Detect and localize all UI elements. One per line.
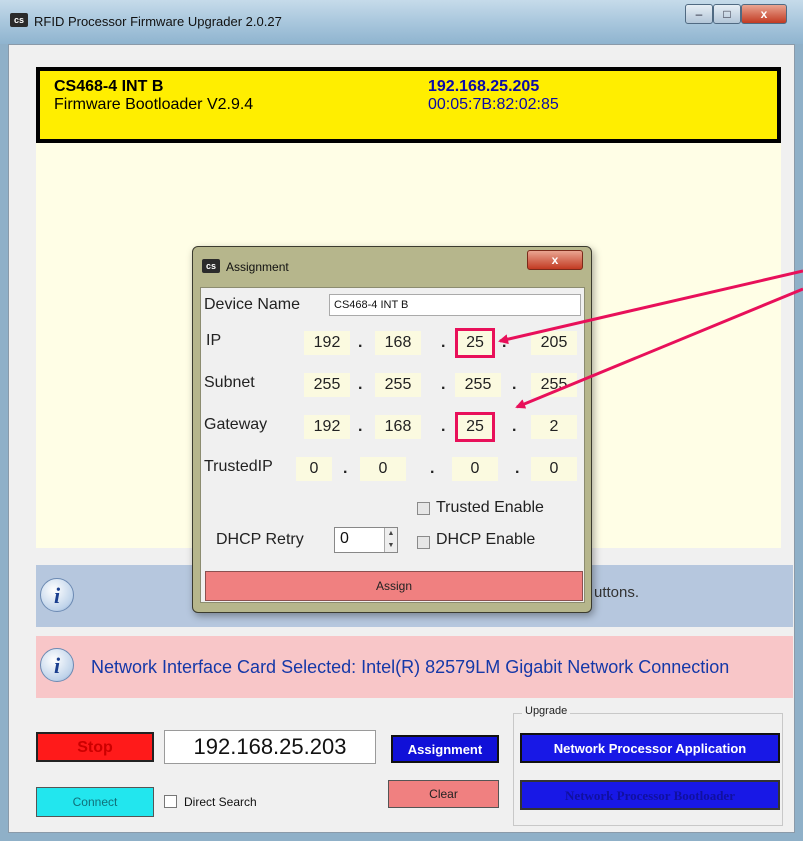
device-name-input[interactable]: CS468-4 INT B (329, 294, 581, 316)
network-processor-bootloader-button[interactable]: Network Processor Bootloader (520, 780, 780, 810)
app-icon: cs (10, 13, 28, 27)
trusted-ip-dot: . (343, 460, 348, 477)
gateway-dot: . (358, 418, 363, 435)
device-bootloader: Firmware Bootloader V2.9.4 (54, 96, 254, 113)
ip-dot: . (441, 334, 446, 351)
dialog-app-icon: cs (202, 259, 220, 273)
trusted-ip-label: TrustedIP (204, 458, 273, 475)
gateway-dot: . (441, 418, 446, 435)
gateway-dot: . (512, 418, 517, 435)
ip-octet-4[interactable]: 205 (531, 331, 577, 355)
trusted-enable-label: Trusted Enable (436, 499, 544, 516)
connect-button[interactable]: Connect (36, 787, 154, 817)
info-message: uttons. (594, 584, 640, 601)
device-name: CS468-4 INT B (54, 78, 164, 95)
gateway-octet-1[interactable]: 192 (304, 415, 350, 439)
device-mac: 00:05:7B:82:02:85 (428, 96, 559, 113)
highlight-box (455, 328, 495, 358)
ip-dot: . (502, 334, 507, 351)
subnet-label: Subnet (204, 374, 255, 391)
dhcp-enable-checkbox[interactable] (417, 536, 430, 549)
subnet-dot: . (441, 376, 446, 393)
clear-button[interactable]: Clear (388, 780, 499, 808)
trusted-ip-octet-4[interactable]: 0 (531, 457, 577, 481)
window-title: RFID Processor Firmware Upgrader 2.0.27 (34, 14, 282, 29)
upgrade-legend: Upgrade (522, 705, 571, 717)
ip-octet-1[interactable]: 192 (304, 331, 350, 355)
direct-search-label: Direct Search (184, 795, 257, 809)
trusted-ip-dot: . (515, 460, 520, 477)
network-processor-application-button[interactable]: Network Processor Application (520, 733, 780, 763)
subnet-octet-4[interactable]: 255 (531, 373, 577, 397)
trusted-ip-octet-2[interactable]: 0 (360, 457, 406, 481)
subnet-dot: . (512, 376, 517, 393)
gateway-label: Gateway (204, 416, 268, 433)
local-ip-field[interactable]: 192.168.25.203 (164, 730, 376, 764)
spin-down-icon[interactable]: ▼ (384, 540, 397, 552)
dhcp-enable-label: DHCP Enable (436, 531, 536, 548)
minimize-button[interactable]: – (685, 4, 713, 24)
subnet-octet-2[interactable]: 255 (375, 373, 421, 397)
maximize-button[interactable]: □ (713, 4, 741, 24)
assignment-button[interactable]: Assignment (391, 735, 499, 763)
device-ip: 192.168.25.205 (428, 78, 540, 95)
trusted-ip-octet-3[interactable]: 0 (452, 457, 498, 481)
trusted-ip-octet-1[interactable]: 0 (296, 457, 332, 481)
ip-octet-2[interactable]: 168 (375, 331, 421, 355)
device-name-label: Device Name (204, 296, 301, 313)
subnet-octet-1[interactable]: 255 (304, 373, 350, 397)
close-button[interactable]: x (741, 4, 787, 24)
trusted-ip-dot: . (430, 460, 435, 477)
gateway-octet-4[interactable]: 2 (531, 415, 577, 439)
assign-button[interactable]: Assign (205, 571, 583, 601)
dialog-close-button[interactable]: x (527, 250, 583, 270)
subnet-dot: . (358, 376, 363, 393)
info-icon: i (40, 578, 74, 612)
dialog-title: Assignment (226, 260, 289, 274)
ip-label: IP (206, 332, 222, 349)
ip-dot: . (358, 334, 363, 351)
spin-up-icon[interactable]: ▲ (384, 528, 397, 540)
dhcp-retry-value: 0 (340, 530, 349, 547)
info-icon: i (40, 648, 74, 682)
direct-search-checkbox[interactable] (164, 795, 177, 808)
highlight-box (455, 412, 495, 442)
gateway-octet-2[interactable]: 168 (375, 415, 421, 439)
dhcp-retry-label: DHCP Retry (216, 531, 304, 548)
trusted-enable-checkbox[interactable] (417, 502, 430, 515)
stop-button[interactable]: Stop (36, 732, 154, 762)
subnet-octet-3[interactable]: 255 (455, 373, 501, 397)
network-card-message: Network Interface Card Selected: Intel(R… (91, 657, 730, 677)
